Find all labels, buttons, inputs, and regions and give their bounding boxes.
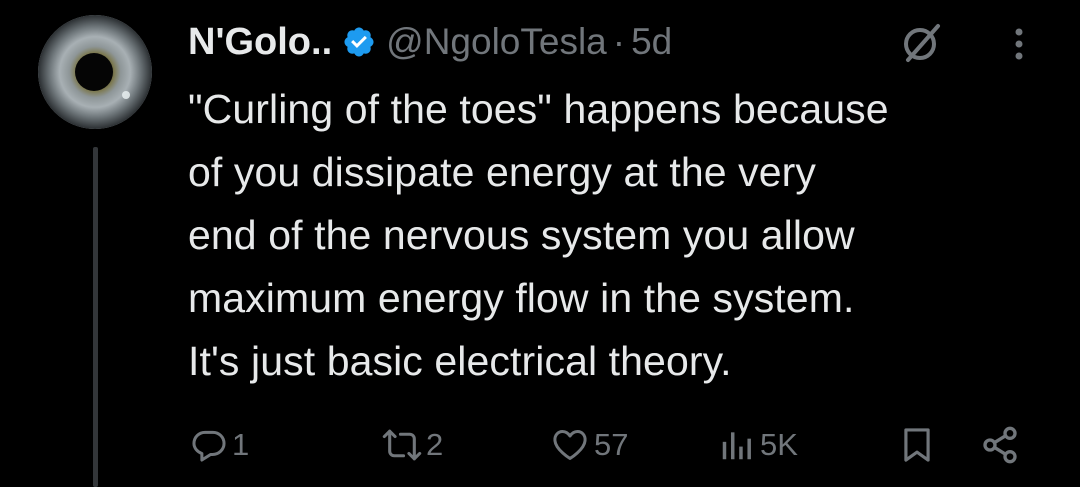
tweet-text: "Curling of the toes" happens because of… (188, 78, 1068, 393)
tweet-header: N'Golo.. @NgoloTesla · 5d (188, 14, 672, 70)
timestamp[interactable]: 5d (631, 21, 672, 63)
tweet-text-line: maximum energy flow in the system. (188, 275, 855, 321)
tweet-text-line: It's just basic electrical theory. (188, 338, 732, 384)
reply-button[interactable]: 1 (190, 420, 249, 470)
retweet-count: 2 (426, 427, 444, 462)
bookmark-icon (898, 425, 936, 465)
tweet-text-line: "Curling of the toes" happens because (188, 86, 889, 132)
more-vertical-icon[interactable] (1006, 22, 1032, 66)
views-button[interactable]: 5K (718, 420, 798, 470)
grok-icon[interactable] (898, 20, 944, 66)
user-handle[interactable]: @NgoloTesla (386, 21, 607, 63)
heart-icon (550, 426, 590, 464)
views-chart-icon (718, 426, 756, 464)
tweet-text-line: of you dissipate energy at the very (188, 149, 816, 195)
verified-badge-icon (342, 25, 376, 59)
tweet-text-line: end of the nervous system you allow (188, 212, 855, 258)
views-count: 5K (760, 427, 798, 462)
reply-count: 1 (232, 427, 250, 462)
eye-avatar-image (38, 15, 152, 129)
separator-dot: · (612, 21, 626, 62)
tweet-actions: 1 2 57 5K (0, 420, 1080, 470)
retweet-icon (382, 426, 422, 464)
display-name[interactable]: N'Golo.. (188, 21, 332, 64)
share-icon (980, 425, 1020, 465)
share-button[interactable] (980, 420, 1020, 470)
avatar[interactable] (38, 15, 152, 129)
like-button[interactable]: 57 (550, 420, 628, 470)
retweet-button[interactable]: 2 (382, 420, 443, 470)
like-count: 57 (594, 427, 629, 462)
tweet[interactable]: N'Golo.. @NgoloTesla · 5d "Curling of th… (0, 0, 1080, 487)
reply-icon (190, 426, 228, 464)
bookmark-button[interactable] (898, 420, 936, 470)
